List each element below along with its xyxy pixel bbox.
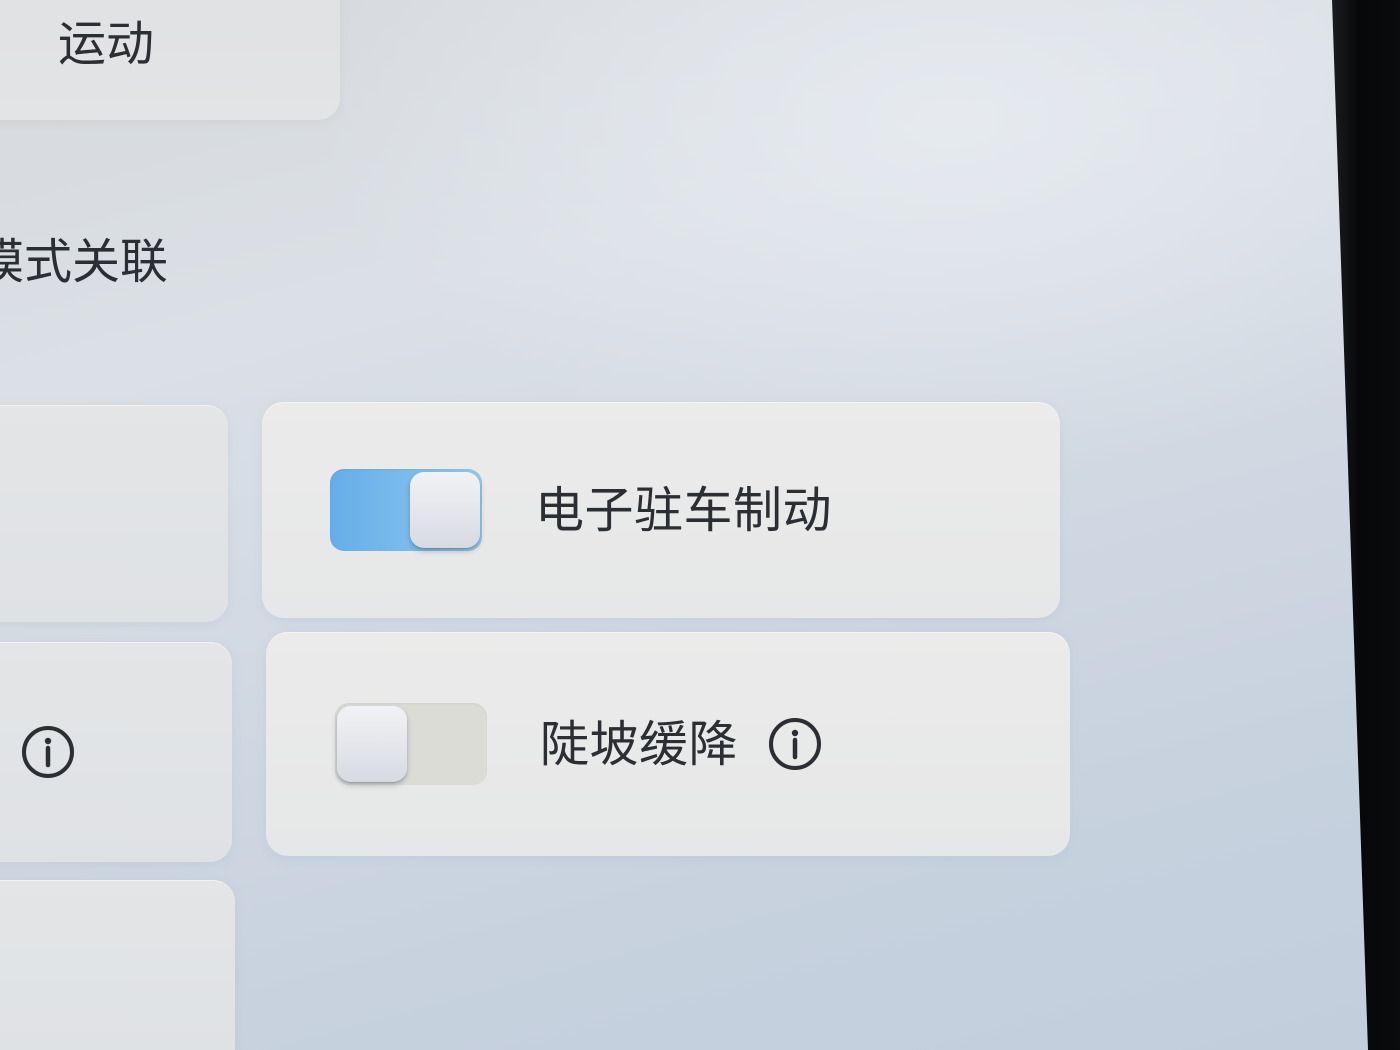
left-setting-card (0, 880, 235, 1050)
drive-mode-sport-card[interactable]: 运动 (0, 0, 340, 120)
screen-bezel (1332, 0, 1400, 1050)
left-setting-card (0, 405, 228, 622)
drive-mode-label: 运动 (58, 16, 155, 72)
electronic-parking-brake-label: 电子驻车制动 (535, 481, 833, 539)
info-icon[interactable] (768, 717, 822, 771)
toggle-knob (337, 706, 407, 782)
section-title: 模式关联 (0, 234, 169, 290)
electronic-parking-brake-toggle[interactable] (330, 469, 482, 551)
toggle-knob (410, 472, 480, 548)
info-icon[interactable] (21, 725, 75, 779)
hill-descent-control-label: 陡坡缓降 (540, 715, 739, 773)
setting-row-hill-descent-control: 陡坡缓降 (266, 632, 1070, 856)
left-setting-card (0, 642, 232, 862)
setting-row-electronic-parking-brake: 电子驻车制动 (262, 402, 1060, 618)
hill-descent-control-toggle[interactable] (335, 703, 487, 785)
